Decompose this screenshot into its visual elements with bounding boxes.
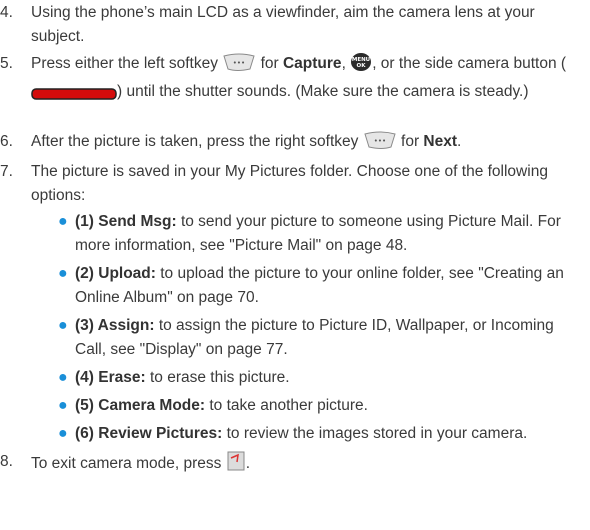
- option-label: (5) Camera Mode:: [75, 397, 206, 414]
- step-number: 5.: [0, 55, 13, 72]
- left-softkey-icon: •••: [222, 52, 256, 80]
- bullet-dot-icon: ●: [58, 265, 68, 282]
- step-number: 8.: [0, 453, 13, 470]
- step-text: Press either the left softkey: [31, 55, 218, 72]
- option-text: to review the images stored in your came…: [226, 425, 528, 442]
- step-number: 6.: [0, 133, 13, 150]
- list-item: ● (5) Camera Mode: to take another pictu…: [58, 394, 578, 418]
- list-item: ● (6) Review Pictures: to review the ima…: [58, 422, 578, 446]
- option-label: (2) Upload:: [75, 265, 156, 282]
- bullet-dot-icon: ●: [58, 213, 68, 230]
- option-label: (3) Assign:: [75, 317, 155, 334]
- step-text: After the picture is taken, press the ri…: [31, 133, 359, 150]
- bullet-dot-icon: ●: [58, 397, 68, 414]
- option-label: (4) Erase:: [75, 369, 146, 386]
- capture-label: Capture: [282, 55, 342, 72]
- end-key-icon: [226, 450, 246, 480]
- next-label: Next: [423, 133, 458, 150]
- side-camera-button-icon: [31, 84, 117, 108]
- list-item: ● (3) Assign: to assign the picture to P…: [58, 314, 578, 362]
- bullet-dot-icon: ●: [58, 317, 68, 334]
- list-item: ● (4) Erase: to erase this picture.: [58, 366, 578, 390]
- option-text: to take another picture.: [209, 397, 368, 414]
- option-text: to erase this picture.: [149, 369, 290, 386]
- svg-text:•••: •••: [233, 59, 245, 67]
- option-label: (1) Send Msg:: [75, 213, 177, 230]
- step-6: 6. After the picture is taken, press the…: [0, 130, 580, 158]
- list-item: ● (1) Send Msg: to send your picture to …: [58, 210, 578, 258]
- manual-page: 4. Using the phone’s main LCD as a viewf…: [0, 0, 590, 530]
- list-item: ● (2) Upload: to upload the picture to y…: [58, 262, 578, 310]
- bullet-dot-icon: ●: [58, 425, 68, 442]
- bullet-dot-icon: ●: [58, 369, 68, 386]
- option-label: (6) Review Pictures:: [75, 425, 223, 442]
- step-number: 7.: [0, 163, 13, 180]
- svg-text:•••: •••: [374, 137, 386, 145]
- svg-text:OK: OK: [357, 63, 367, 69]
- step-text: Using the phone’s main LCD as a viewfind…: [31, 4, 535, 45]
- step-text: The picture is saved in your My Pictures…: [31, 163, 548, 204]
- step-4: 4. Using the phone’s main LCD as a viewf…: [0, 1, 580, 49]
- step-5: 5. Press either the left softkey ••• for…: [0, 52, 580, 108]
- step-8: 8. To exit camera mode, press .: [0, 450, 580, 480]
- step-number: 4.: [0, 4, 13, 21]
- step-text: To exit camera mode, press: [31, 455, 222, 472]
- menu-ok-key-icon: MENU OK: [350, 52, 372, 80]
- step-7: 7. The picture is saved in your My Pictu…: [0, 160, 580, 208]
- right-softkey-icon: •••: [363, 130, 397, 158]
